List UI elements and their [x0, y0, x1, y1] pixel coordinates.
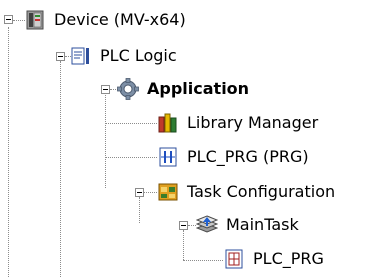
tree-item-label: PLC_PRG (PRG)	[187, 147, 309, 166]
collapse-toggle-task-configuration[interactable]	[135, 188, 144, 197]
program-call-icon	[223, 248, 245, 270]
task-stack-icon	[196, 214, 218, 236]
tree-item-label: MainTask	[226, 215, 299, 234]
tree-item-label: Library Manager	[187, 113, 319, 132]
tree-item-label: Device (MV-x64)	[54, 10, 186, 29]
pou-icon	[157, 146, 179, 168]
tree-connector	[60, 61, 61, 277]
gear-icon	[117, 78, 139, 100]
tree-connector	[144, 192, 157, 193]
tree-item-task-plc-prg[interactable]: PLC_PRG	[223, 241, 324, 277]
collapse-toggle-plc-logic[interactable]	[56, 52, 65, 61]
tree-item-label: PLC Logic	[100, 46, 177, 65]
tree-item-device[interactable]: Device (MV-x64)	[24, 2, 186, 38]
tree-item-task-configuration[interactable]: Task Configuration	[157, 174, 335, 210]
collapse-toggle-application[interactable]	[101, 85, 110, 94]
tree-connector	[183, 230, 184, 260]
tree-connector	[188, 225, 196, 226]
tree-connector	[139, 197, 140, 223]
tree-item-application[interactable]: Application	[117, 71, 249, 107]
task-configuration-icon	[157, 181, 179, 203]
tree-item-main-task[interactable]: MainTask	[196, 207, 299, 243]
books-icon	[157, 112, 179, 134]
plc-logic-icon	[70, 45, 92, 67]
tree-item-plc-logic[interactable]: PLC Logic	[70, 38, 177, 74]
tree-item-plc-prg[interactable]: PLC_PRG (PRG)	[157, 139, 309, 175]
tree-connector	[105, 93, 106, 188]
tree-connector	[8, 27, 9, 277]
project-tree: Device (MV-x64) PLC Logic Application Li…	[0, 0, 384, 277]
collapse-toggle-main-task[interactable]	[179, 221, 188, 230]
tree-item-label: Task Configuration	[187, 182, 336, 201]
tree-item-label: Application	[147, 79, 250, 98]
tree-item-label: PLC_PRG	[253, 249, 324, 268]
tree-connector	[183, 260, 223, 261]
tree-connector	[105, 123, 157, 124]
tree-connector	[105, 157, 157, 158]
tree-item-library-manager[interactable]: Library Manager	[157, 105, 318, 141]
collapse-toggle-device[interactable]	[4, 15, 13, 24]
device-icon	[24, 9, 46, 31]
